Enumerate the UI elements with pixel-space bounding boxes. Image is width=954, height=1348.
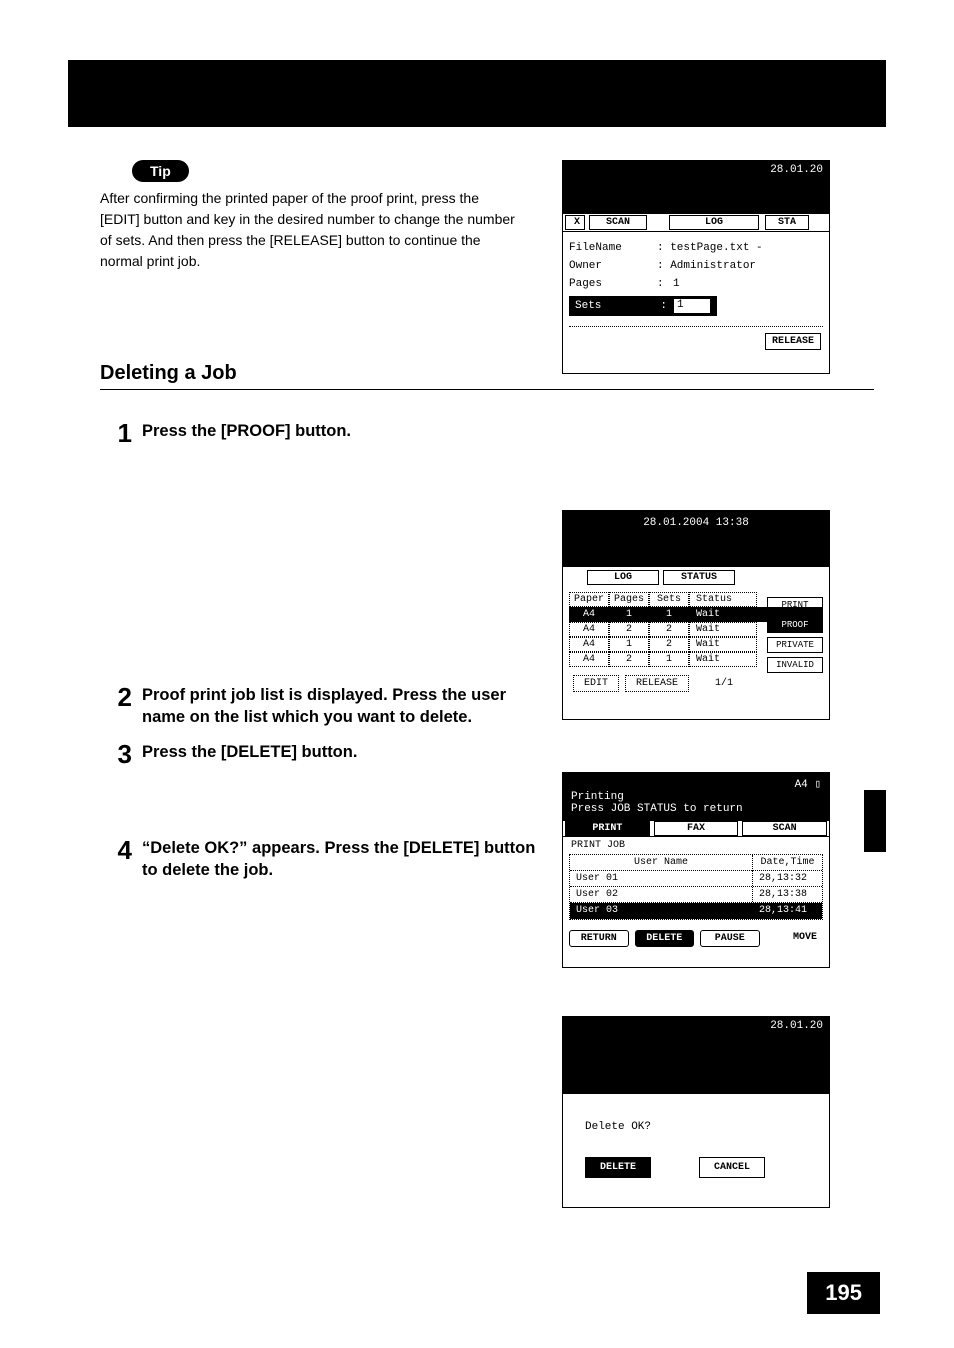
- tab-sta[interactable]: STA: [765, 215, 809, 230]
- release-button[interactable]: RELEASE: [625, 675, 689, 692]
- delete-button[interactable]: DELETE: [635, 930, 695, 947]
- step-1: 1 Press the [PROOF] button.: [100, 420, 874, 446]
- lcd-blank: [563, 537, 829, 567]
- step-number: 2: [100, 684, 132, 710]
- table-row-selected[interactable]: User 03 28,13:41: [570, 903, 822, 919]
- action-buttons: RETURN DELETE PAUSE MOVE: [563, 920, 829, 951]
- sets-row: Sets : 1: [569, 296, 717, 316]
- tip-body: After confirming the printed paper of th…: [100, 188, 520, 272]
- table-row[interactable]: User 02 28,13:38: [570, 887, 822, 903]
- status-line1: Printing: [571, 791, 821, 803]
- lcd-tabs: LOG STATUS: [563, 567, 829, 588]
- move-button[interactable]: MOVE: [766, 930, 824, 947]
- step-number: 1: [100, 420, 132, 446]
- chapter-tab: [864, 790, 886, 852]
- divider: [569, 326, 823, 327]
- side-buttons: PRINT PROOF PRIVATE INVALID: [767, 597, 823, 673]
- tab-log[interactable]: LOG: [587, 570, 659, 585]
- page: Tip After confirming the printed paper o…: [0, 0, 954, 1348]
- status-line2: Press JOB STATUS to return: [571, 803, 821, 815]
- confirm-question: Delete OK?: [585, 1121, 807, 1133]
- edit-button[interactable]: EDIT: [573, 675, 619, 692]
- lcd-body: FileName: testPage.txt - Owner: Administ…: [563, 232, 829, 356]
- cancel-button[interactable]: CANCEL: [699, 1157, 765, 1178]
- lcd-delete-confirm: 28.01.20 Delete OK? DELETE CANCEL: [562, 1016, 830, 1208]
- th-pages: Pages: [609, 592, 649, 607]
- tab-x[interactable]: X: [565, 215, 585, 230]
- page-indicator: 1/1: [715, 678, 733, 689]
- owner-value: : Administrator: [657, 260, 756, 272]
- filename-value: : testPage.txt -: [657, 242, 763, 254]
- step-text: “Delete OK?” appears. Press the [DELETE]…: [142, 837, 537, 882]
- bottom-bar: EDIT RELEASE 1/1: [563, 671, 829, 696]
- th-user: User Name: [570, 855, 752, 871]
- tip-badge: Tip: [132, 160, 189, 182]
- confirm-body: Delete OK? DELETE CANCEL: [563, 1095, 829, 1204]
- print-button[interactable]: PRINT: [767, 597, 823, 613]
- lcd-date: 28.01.20: [563, 161, 829, 183]
- th-paper: Paper: [569, 592, 609, 607]
- pages-label: Pages: [569, 278, 657, 290]
- tab-scan[interactable]: SCAN: [742, 821, 827, 836]
- th-datetime: Date,Time: [752, 855, 822, 871]
- lcd-tabs: X SCAN LOG STA: [563, 213, 829, 232]
- lcd-release-screen: 28.01.20 X SCAN LOG STA FileName: testPa…: [562, 160, 830, 374]
- header-rule: [68, 125, 886, 127]
- step-text: Press the [DELETE] button.: [142, 741, 537, 763]
- tab-scan[interactable]: SCAN: [589, 215, 647, 230]
- paper-indicator: A4 ▯: [571, 777, 821, 791]
- invalid-button[interactable]: INVALID: [767, 657, 823, 673]
- lcd-user-list: A4 ▯ Printing Press JOB STATUS to return…: [562, 772, 830, 968]
- header-bar: [68, 60, 886, 125]
- pages-value: 1: [673, 278, 680, 290]
- owner-label: Owner: [569, 260, 657, 272]
- tab-print[interactable]: PRINT: [565, 821, 650, 836]
- lcd-header: A4 ▯ Printing Press JOB STATUS to return: [563, 773, 829, 821]
- step-3: 3 Press the [DELETE] button.: [100, 741, 874, 767]
- private-button[interactable]: PRIVATE: [767, 637, 823, 653]
- lcd-blank: [563, 183, 829, 213]
- proof-button[interactable]: PROOF: [767, 617, 823, 633]
- return-button[interactable]: RETURN: [569, 930, 629, 947]
- tab-log[interactable]: LOG: [669, 215, 759, 230]
- sets-input[interactable]: 1: [673, 298, 711, 314]
- step-text: Press the [PROOF] button.: [142, 420, 537, 442]
- lcd-datetime: 28.01.2004 13:38: [563, 511, 829, 537]
- lcd-blank: [563, 1039, 829, 1095]
- tab-fax[interactable]: FAX: [654, 821, 739, 836]
- user-table: User Name Date,Time User 01 28,13:32 Use…: [569, 854, 823, 920]
- subheading: PRINT JOB: [563, 837, 829, 854]
- lcd-tabs: PRINT FAX SCAN: [563, 821, 829, 837]
- tab-status[interactable]: STATUS: [663, 570, 735, 585]
- release-button[interactable]: RELEASE: [765, 333, 821, 350]
- table-row[interactable]: User 01 28,13:32: [570, 871, 822, 887]
- sets-label: Sets: [575, 300, 601, 312]
- lcd-date: 28.01.20: [563, 1017, 829, 1039]
- delete-button[interactable]: DELETE: [585, 1157, 651, 1178]
- page-number: 195: [807, 1272, 880, 1314]
- step-number: 3: [100, 741, 132, 767]
- th-status: Status: [689, 592, 757, 607]
- step-number: 4: [100, 837, 132, 863]
- pause-button[interactable]: PAUSE: [700, 930, 760, 947]
- lcd-proof-list: 28.01.2004 13:38 LOG STATUS Paper Pages …: [562, 510, 830, 720]
- th-sets: Sets: [649, 592, 689, 607]
- filename-label: FileName: [569, 242, 657, 254]
- step-text: Proof print job list is displayed. Press…: [142, 684, 537, 729]
